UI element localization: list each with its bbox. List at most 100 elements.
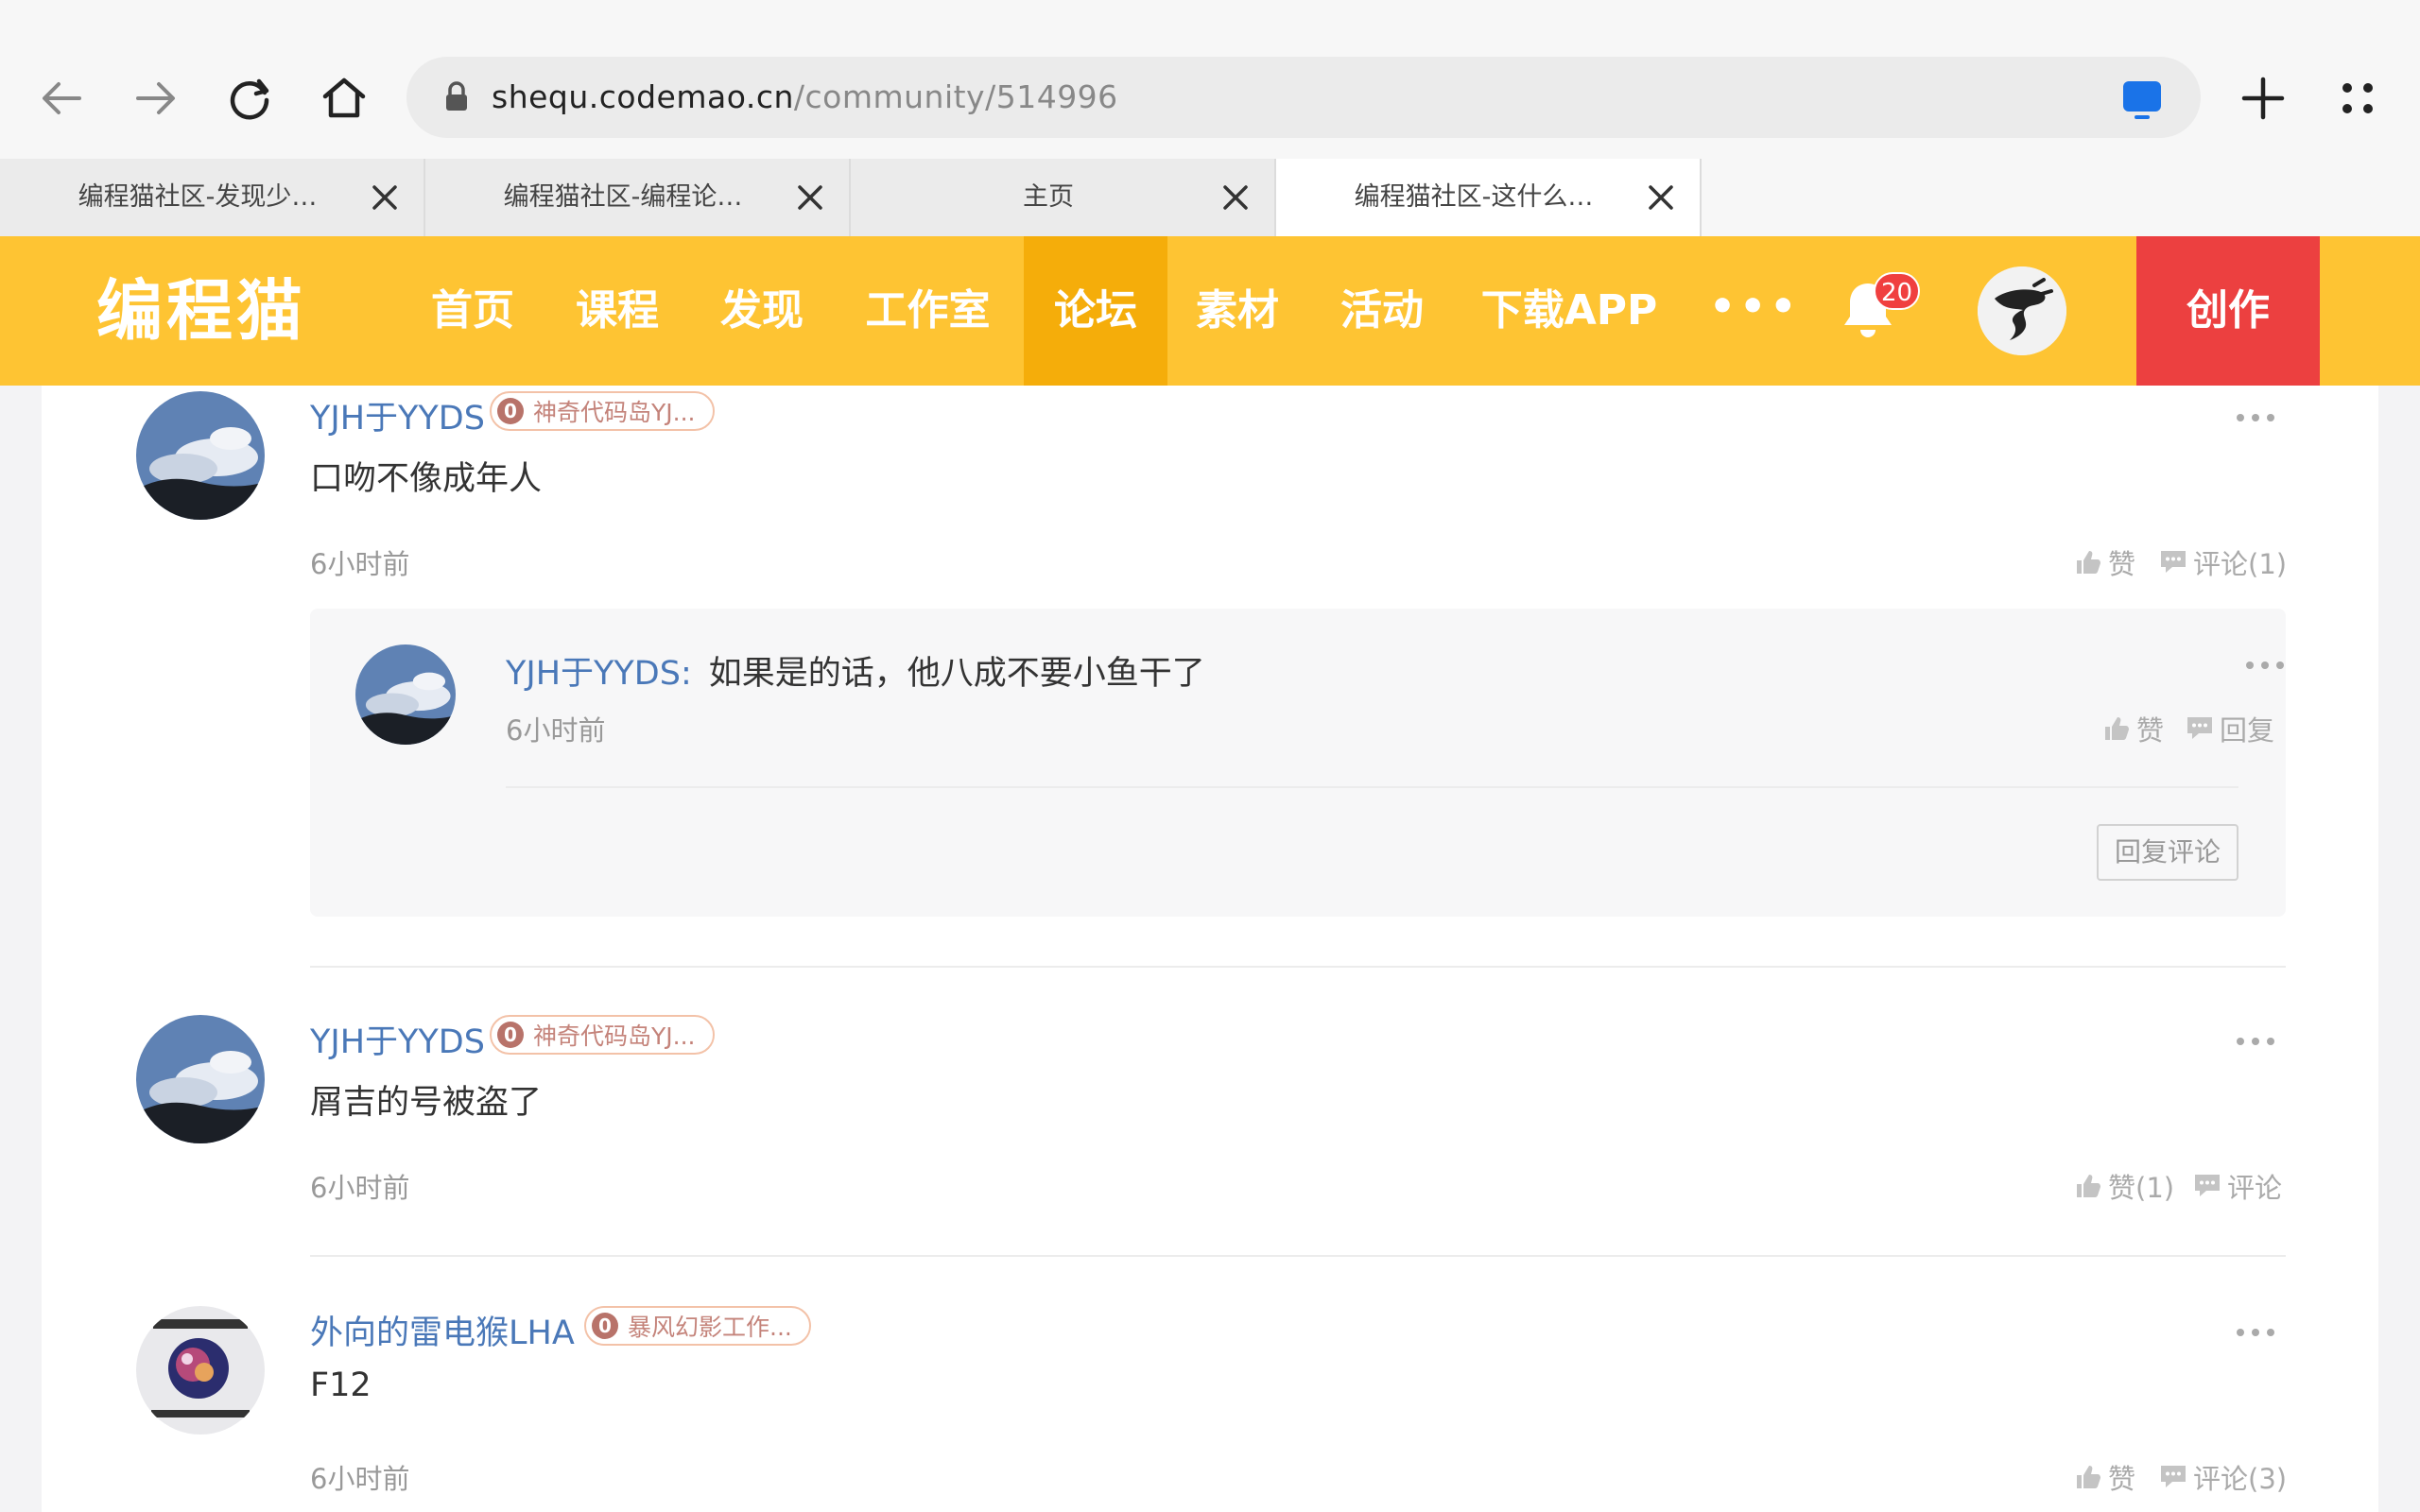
avatar-sky-image <box>136 1015 265 1143</box>
tab-4-active[interactable]: 编程猫社区-这什么… <box>1276 159 1702 236</box>
avatar-sky-image <box>355 644 456 745</box>
url-path: /community/514996 <box>793 78 1118 115</box>
close-icon[interactable] <box>369 181 401 214</box>
comment-author[interactable]: YJH于YYDS <box>310 1015 485 1063</box>
nav-more[interactable]: ••• <box>1709 236 1800 386</box>
screen-cast-icon[interactable] <box>2123 81 2161 119</box>
nav-download-app[interactable]: 下载APP <box>1475 236 1664 386</box>
comment-label: 评论 <box>2227 1172 2283 1204</box>
more-options-icon[interactable] <box>2237 414 2274 423</box>
forward-button[interactable] <box>119 62 191 134</box>
like-button[interactable]: 赞(1) <box>2074 1166 2174 1206</box>
level-badge: 0 <box>497 398 524 424</box>
comment-text: F12 <box>310 1366 372 1404</box>
nav-activities[interactable]: 活动 <box>1325 236 1439 386</box>
like-label: 赞 <box>2108 1463 2136 1495</box>
comment-time: 6小时前 <box>310 1463 410 1495</box>
comment-time: 6小时前 <box>310 1172 410 1204</box>
avatar[interactable] <box>136 1306 265 1435</box>
like-label: 赞 <box>2108 548 2136 580</box>
home-button[interactable] <box>308 62 380 134</box>
comment-bubble-icon <box>2161 551 2186 573</box>
reply-author[interactable]: YJH于YYDS <box>506 655 681 693</box>
avatar-sky-image <box>136 391 265 520</box>
comment-bubble-icon <box>2161 1466 2186 1487</box>
more-options-icon[interactable] <box>2237 1038 2274 1047</box>
reload-button[interactable] <box>214 62 285 134</box>
studio-name: 神奇代码岛YJ... <box>533 399 696 426</box>
home-icon <box>322 77 366 118</box>
more-options-icon[interactable] <box>2237 1329 2274 1338</box>
site-logo[interactable]: 编程猫 <box>96 236 306 386</box>
studio-badge[interactable]: 0 神奇代码岛YJ... <box>490 391 715 431</box>
browser-toolbar: shequ.codemao.cn/community/514996 <box>0 0 2420 159</box>
like-label: 赞 <box>2136 714 2165 747</box>
tab-title: 编程猫社区-发现少… <box>78 182 318 212</box>
thumbs-up-icon <box>2077 1175 2100 1197</box>
comment-divider <box>310 1255 2286 1257</box>
tab-strip: 编程猫社区-发现少… 编程猫社区-编程论… 主页 编程猫社区-这什么… <box>0 159 2420 236</box>
comment-author[interactable]: 外向的雷电猴LHA <box>310 1306 575 1354</box>
thumbs-up-icon <box>2105 717 2129 740</box>
studio-name: 暴风幻影工作... <box>628 1314 792 1341</box>
studio-badge[interactable]: 0 神奇代码岛YJ... <box>490 1015 715 1055</box>
nav-materials[interactable]: 素材 <box>1181 236 1294 386</box>
more-options-icon[interactable] <box>2246 662 2284 671</box>
address-bar[interactable]: shequ.codemao.cn/community/514996 <box>406 57 2201 138</box>
reply-avatar[interactable] <box>355 644 456 745</box>
comment-time: 6小时前 <box>310 548 410 580</box>
comment-button[interactable]: 评论(3) <box>2159 1457 2287 1497</box>
studio-name: 神奇代码岛YJ... <box>533 1022 696 1050</box>
reply-time: 6小时前 <box>506 714 606 747</box>
level-badge: 0 <box>592 1313 618 1339</box>
tab-2[interactable]: 编程猫社区-编程论… <box>425 159 851 236</box>
comment-author[interactable]: YJH于YYDS <box>310 391 485 439</box>
grid-dots-icon <box>2342 83 2373 113</box>
close-icon[interactable] <box>794 181 826 214</box>
close-icon[interactable] <box>1645 181 1677 214</box>
reply-comment-button[interactable]: 回复评论 <box>2097 824 2238 881</box>
comment-label: 评论(3) <box>2193 1463 2288 1495</box>
reply-like-button[interactable]: 赞 <box>2102 709 2164 748</box>
reply-label: 回复 <box>2220 714 2275 747</box>
comment-button[interactable]: 评论 <box>2193 1166 2282 1206</box>
reply-box: YJH于YYDS: 如果是的话，他八成不要小鱼干了 6小时前 赞 回复 回复评论 <box>310 609 2286 917</box>
like-label: 赞(1) <box>2108 1172 2175 1204</box>
notification-count: 20 <box>1874 272 1921 310</box>
tab-title: 主页 <box>1023 182 1074 212</box>
avatar-image <box>1978 266 2066 355</box>
thumbs-up-icon <box>2077 1466 2100 1488</box>
like-button[interactable]: 赞 <box>2074 542 2135 582</box>
reply-line: YJH于YYDS: 如果是的话，他八成不要小鱼干了 <box>506 646 1205 695</box>
plus-icon <box>2241 77 2285 120</box>
comment-bubble-icon <box>2187 717 2212 739</box>
tab-title: 编程猫社区-这什么… <box>1354 182 1594 212</box>
nav-forum[interactable]: 论坛 <box>1024 236 1167 386</box>
new-tab-button[interactable] <box>2227 62 2299 134</box>
avatar[interactable] <box>136 1015 265 1143</box>
back-button[interactable] <box>26 62 98 134</box>
create-button[interactable]: 创作 <box>2136 236 2320 386</box>
close-icon[interactable] <box>1219 181 1252 214</box>
menu-button[interactable] <box>2322 62 2394 134</box>
comment-button[interactable]: 评论(1) <box>2159 542 2287 582</box>
avatar-galaxy-image <box>136 1306 265 1435</box>
avatar[interactable] <box>136 391 265 520</box>
level-badge: 0 <box>497 1022 524 1048</box>
url-text: shequ.codemao.cn/community/514996 <box>492 57 1118 138</box>
studio-badge[interactable]: 0 暴风幻影工作... <box>584 1306 811 1346</box>
reply-text: 如果是的话，他八成不要小鱼干了 <box>708 655 1205 693</box>
nav-home[interactable]: 首页 <box>416 236 529 386</box>
like-button[interactable]: 赞 <box>2074 1457 2135 1497</box>
tab-1[interactable]: 编程猫社区-发现少… <box>0 159 425 236</box>
nav-courses[interactable]: 课程 <box>561 236 674 386</box>
tab-3[interactable]: 主页 <box>851 159 1276 236</box>
reply-reply-button[interactable]: 回复 <box>2186 709 2274 748</box>
nav-studio[interactable]: 工作室 <box>850 236 1006 386</box>
comment-text: 口吻不像成年人 <box>310 460 543 498</box>
user-avatar[interactable] <box>1978 266 2066 355</box>
nav-discover[interactable]: 发现 <box>705 236 819 386</box>
comment-bubble-icon <box>2195 1175 2220 1196</box>
thumbs-up-icon <box>2077 551 2100 574</box>
comment-text: 屑吉的号被盗了 <box>310 1084 543 1122</box>
